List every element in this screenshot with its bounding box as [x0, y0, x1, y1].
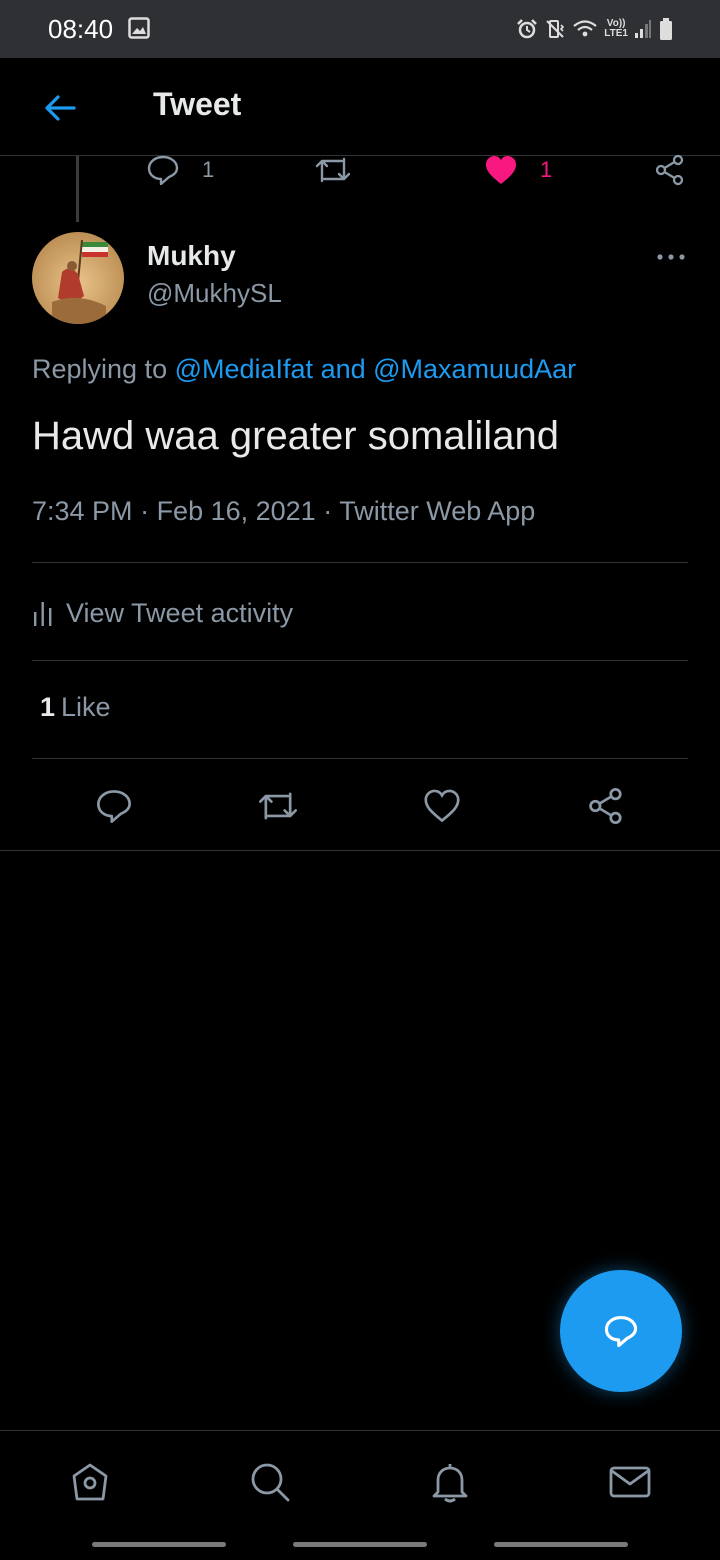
- author-handle[interactable]: @MukhySL: [147, 278, 282, 309]
- home-icon: [72, 1463, 108, 1501]
- bell-icon: [432, 1464, 468, 1503]
- likes-summary[interactable]: 1 Like: [40, 692, 111, 723]
- mention-joiner: and: [313, 354, 374, 384]
- thread-line: [76, 156, 79, 222]
- prev-like-button[interactable]: 1: [484, 152, 552, 188]
- avatar[interactable]: [32, 232, 124, 324]
- gesture-bar-right: [494, 1542, 628, 1547]
- heart-icon: [424, 789, 460, 823]
- activity-label: View Tweet activity: [66, 597, 294, 628]
- compose-reply-button[interactable]: [560, 1270, 682, 1392]
- tweet-text: Hawd waa greater somaliland: [32, 414, 559, 458]
- avatar-image: [32, 232, 124, 324]
- mail-icon: [609, 1466, 651, 1498]
- signal-icon: [635, 20, 651, 38]
- alarm-icon: [517, 19, 538, 39]
- prev-share-button[interactable]: [654, 152, 686, 188]
- gesture-bar-center: [293, 1542, 427, 1547]
- prev-retweet-button[interactable]: [314, 152, 352, 188]
- replying-prefix: Replying to: [32, 354, 175, 384]
- nav-divider: [0, 1430, 720, 1431]
- prev-like-count: 1: [540, 157, 553, 182]
- divider: [32, 660, 688, 661]
- tweet-source[interactable]: Twitter Web App: [339, 496, 535, 526]
- retweet-button[interactable]: [256, 784, 300, 828]
- actions-divider: [0, 850, 720, 851]
- reply-icon: [147, 155, 179, 186]
- nav-messages[interactable]: [606, 1458, 654, 1506]
- back-button[interactable]: [40, 88, 80, 128]
- nav-notifications[interactable]: [426, 1458, 474, 1506]
- share-icon: [589, 788, 622, 824]
- page-title: Tweet: [153, 86, 242, 122]
- replying-to: Replying to @MediaIfat and @MaxamuudAar: [32, 354, 576, 385]
- more-button[interactable]: [655, 245, 687, 269]
- meta-separator: ·: [132, 496, 157, 526]
- nav-search[interactable]: [246, 1458, 294, 1506]
- reply-icon: [97, 790, 131, 823]
- view-activity-button[interactable]: View Tweet activity: [32, 566, 688, 660]
- tweet-time: 7:34 PM: [32, 496, 133, 526]
- gallery-notification-icon: [128, 17, 150, 44]
- reply-button[interactable]: [92, 784, 136, 828]
- battery-icon: [660, 18, 672, 40]
- mention-link-2[interactable]: @MaxamuudAar: [373, 354, 576, 384]
- divider: [32, 562, 688, 563]
- author-name[interactable]: Mukhy: [147, 240, 236, 272]
- tweet-date: Feb 16, 2021: [156, 496, 316, 526]
- back-arrow-icon: [45, 95, 76, 121]
- mention-link-1[interactable]: @MediaIfat: [175, 354, 313, 384]
- header-divider: [0, 155, 720, 156]
- gesture-bar-left: [92, 1542, 226, 1547]
- share-button[interactable]: [584, 784, 628, 828]
- activity-icon: [34, 602, 52, 626]
- more-icon: [657, 254, 685, 260]
- wifi-icon: [573, 20, 597, 37]
- retweet-icon: [258, 792, 298, 820]
- network-label: Vo)) LTE1: [604, 18, 628, 39]
- search-icon: [251, 1463, 290, 1502]
- likes-count: 1: [40, 692, 56, 722]
- heart-filled-icon: [486, 156, 516, 184]
- tweet-meta: 7:34 PM · Feb 16, 2021 · Twitter Web App: [32, 496, 535, 527]
- share-icon: [655, 154, 684, 186]
- like-button[interactable]: [420, 784, 464, 828]
- status-time: 08:40: [48, 14, 114, 44]
- likes-label: Like: [61, 692, 111, 722]
- mute-vibrate-icon: [546, 20, 565, 38]
- prev-reply-count: 1: [202, 157, 215, 182]
- prev-reply-button[interactable]: 1: [146, 152, 214, 188]
- retweet-icon: [315, 157, 351, 183]
- compose-icon: [604, 1316, 638, 1348]
- meta-separator: ·: [315, 496, 340, 526]
- status-icons: Vo)) LTE1: [516, 14, 674, 44]
- nav-home[interactable]: [66, 1458, 114, 1506]
- divider: [32, 758, 688, 759]
